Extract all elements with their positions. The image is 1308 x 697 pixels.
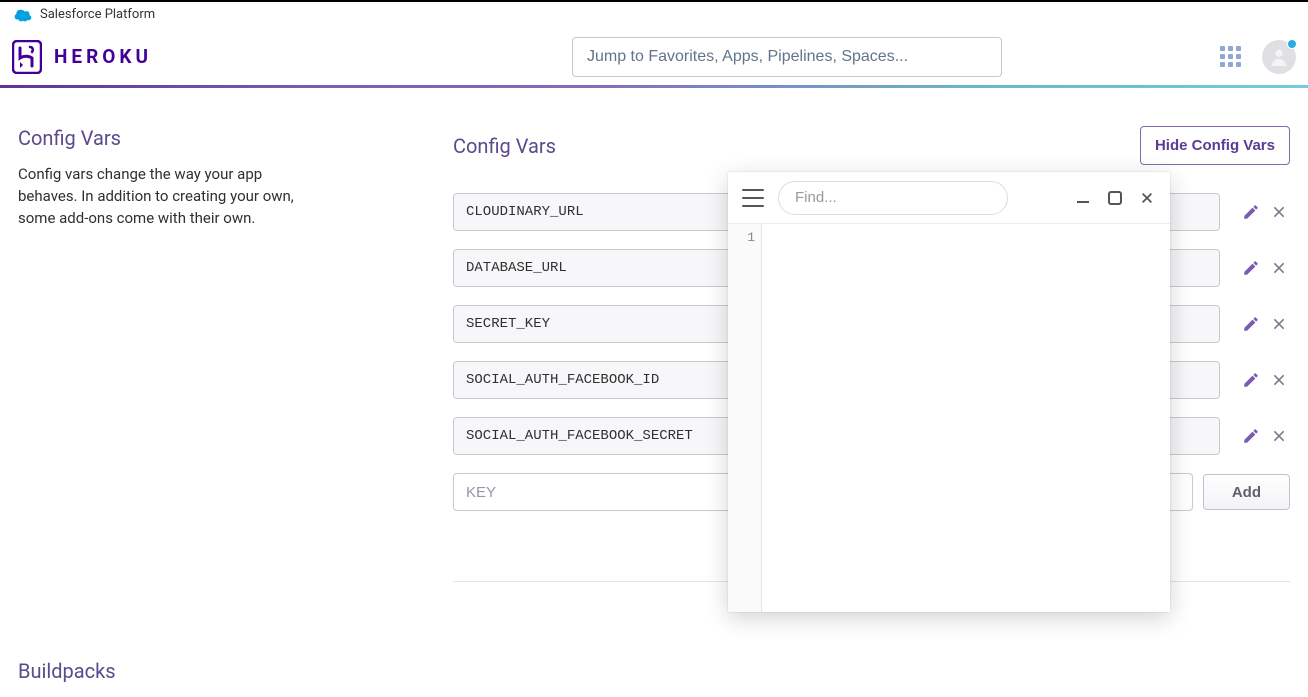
edit-icon[interactable] xyxy=(1240,313,1262,335)
maximize-icon[interactable] xyxy=(1106,189,1124,207)
editor-area[interactable] xyxy=(762,224,1170,612)
salesforce-platform-label: Salesforce Platform xyxy=(40,7,155,22)
hide-config-vars-button[interactable]: Hide Config Vars xyxy=(1140,126,1290,165)
menu-icon[interactable] xyxy=(742,189,764,207)
delete-icon[interactable] xyxy=(1268,201,1290,223)
delete-icon[interactable] xyxy=(1268,313,1290,335)
delete-icon[interactable] xyxy=(1268,369,1290,391)
app-switcher-icon[interactable] xyxy=(1220,46,1242,68)
logo-area[interactable]: HEROKU xyxy=(12,40,152,74)
salesforce-cloud-icon xyxy=(12,8,34,22)
edit-icon[interactable] xyxy=(1240,201,1262,223)
notification-dot-icon xyxy=(1287,39,1297,49)
find-panel-header xyxy=(728,172,1170,224)
add-button[interactable]: Add xyxy=(1203,474,1290,510)
heroku-logo-icon xyxy=(12,40,42,74)
find-input[interactable] xyxy=(778,181,1008,215)
header-right xyxy=(1220,40,1296,74)
close-icon[interactable] xyxy=(1138,189,1156,207)
line-gutter: 1 xyxy=(728,224,762,612)
edit-icon[interactable] xyxy=(1240,257,1262,279)
line-number: 1 xyxy=(728,230,755,245)
delete-icon[interactable] xyxy=(1268,425,1290,447)
app-header: HEROKU xyxy=(0,28,1308,86)
config-vars-description: Config vars change the way your app beha… xyxy=(18,164,308,229)
salesforce-banner: Salesforce Platform xyxy=(0,2,1308,28)
edit-icon[interactable] xyxy=(1240,369,1262,391)
config-vars-title: Config Vars xyxy=(18,126,433,150)
avatar[interactable] xyxy=(1262,40,1296,74)
delete-icon[interactable] xyxy=(1268,257,1290,279)
buildpacks-title: Buildpacks xyxy=(18,659,433,683)
minimize-icon[interactable] xyxy=(1074,189,1092,207)
edit-icon[interactable] xyxy=(1240,425,1262,447)
find-panel-body: 1 xyxy=(728,224,1170,612)
find-panel: 1 xyxy=(728,172,1170,612)
config-vars-subtitle: Config Vars xyxy=(453,134,556,158)
config-vars-header-row: Config Vars Hide Config Vars xyxy=(453,126,1290,165)
global-search-input[interactable] xyxy=(572,37,1002,77)
left-column: Config Vars Config vars change the way y… xyxy=(18,126,433,697)
heroku-wordmark: HEROKU xyxy=(54,45,152,68)
global-search-wrap xyxy=(572,37,1002,77)
